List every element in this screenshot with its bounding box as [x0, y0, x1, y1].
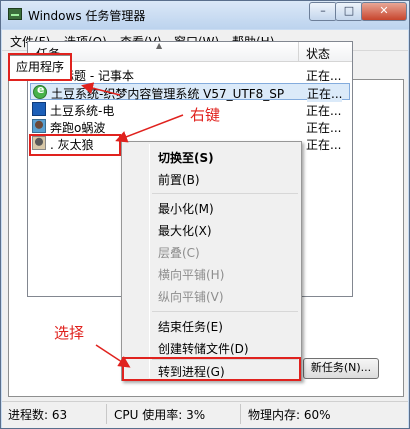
menu-end-task[interactable]: 结束任务(E)	[158, 318, 223, 335]
window-title: Windows 任务管理器	[28, 9, 146, 23]
tudou-icon	[32, 102, 46, 116]
task-name: 土豆系统-电	[50, 104, 115, 118]
menu-separator	[152, 193, 298, 194]
process-count: 进程数: 63	[8, 408, 68, 422]
task-list-header: ▲ 任务 状态	[28, 42, 352, 62]
close-button[interactable]: ✕	[361, 2, 407, 21]
column-status[interactable]: 状态	[306, 45, 330, 62]
context-menu: 切换至(S) 前置(B) 最小化(M) 最大化(X) 层叠(C) 横向平铺(H)…	[121, 141, 302, 381]
status-divider	[240, 404, 241, 424]
minimize-button[interactable]: –	[309, 2, 337, 21]
avatar-icon	[32, 119, 46, 133]
highlight-applications-tab	[8, 53, 72, 81]
task-row-selected[interactable]: 土豆系统-织梦内容管理系统 V57_UTF8_SP 正在...	[30, 83, 350, 102]
cpu-usage: CPU 使用率: 3%	[114, 408, 206, 422]
highlight-task-row	[29, 134, 121, 156]
status-divider	[106, 404, 107, 424]
menu-separator	[152, 311, 298, 312]
menu-tile-horizontal[interactable]: 横向平铺(H)	[158, 266, 224, 283]
physical-memory: 物理内存: 60%	[248, 408, 331, 422]
maximize-button[interactable]: □	[335, 2, 363, 21]
status-bar: 进程数: 63 CPU 使用率: 3% 物理内存: 60%	[2, 401, 408, 428]
menu-tile-vertical[interactable]: 纵向平铺(V)	[158, 288, 224, 305]
menu-create-dump-file[interactable]: 创建转储文件(D)	[158, 340, 249, 357]
title-bar[interactable]: Windows 任务管理器 – □ ✕	[1, 1, 409, 29]
annotation-select: 选择	[54, 324, 85, 342]
task-row[interactable]: 无标题 - 记事本 正在...	[30, 66, 350, 83]
task-status: 正在...	[306, 121, 342, 135]
column-divider[interactable]	[298, 42, 299, 62]
task-status: 正在...	[306, 69, 342, 83]
highlight-go-to-process	[122, 357, 301, 381]
task-name: 土豆系统-织梦内容管理系统 V57_UTF8_SP	[51, 87, 285, 101]
task-manager-app-icon	[8, 8, 22, 20]
context-menu-gutter	[149, 144, 150, 378]
menu-cascade[interactable]: 层叠(C)	[158, 244, 200, 261]
sort-caret-icon: ▲	[156, 41, 163, 50]
menu-bring-to-front[interactable]: 前置(B)	[158, 171, 200, 188]
ie-icon	[33, 83, 47, 99]
new-task-button[interactable]: 新任务(N)...	[303, 358, 379, 379]
menu-maximize[interactable]: 最大化(X)	[158, 222, 212, 239]
task-status: 正在...	[306, 138, 342, 152]
task-status: 正在...	[306, 104, 342, 118]
menu-switch-to[interactable]: 切换至(S)	[158, 149, 214, 166]
annotation-right-click: 右键	[190, 106, 221, 124]
task-status: 正在...	[307, 85, 343, 102]
menu-minimize[interactable]: 最小化(M)	[158, 200, 214, 217]
